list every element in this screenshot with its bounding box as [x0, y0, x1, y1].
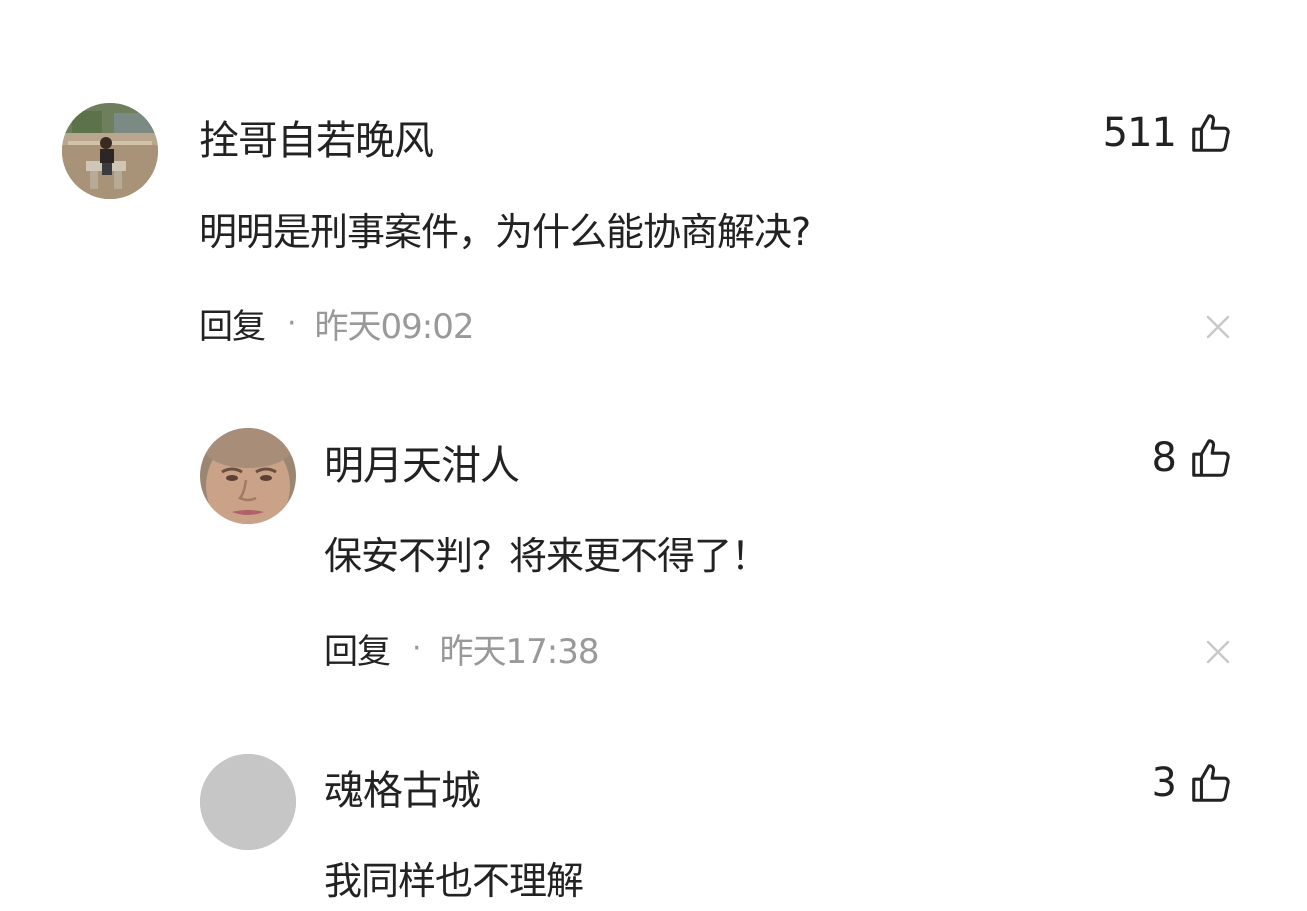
comment-meta: 回复 · 昨天09:02 [199, 299, 475, 348]
reply-button[interactable]: 回复 [324, 624, 391, 673]
comment-text: 我同样也不理解 [324, 859, 584, 903]
username[interactable]: 拴哥自若晚风 [199, 108, 434, 166]
reply-button[interactable]: 回复 [199, 299, 266, 348]
user-avatar[interactable] [200, 428, 296, 524]
user-avatar[interactable] [200, 754, 296, 850]
user-avatar[interactable] [62, 103, 158, 199]
like-button[interactable]: 511 [1103, 110, 1234, 156]
like-button[interactable]: 8 [1152, 435, 1234, 481]
close-button[interactable] [1205, 314, 1231, 340]
comment-meta: 回复 · 昨天17:38 [324, 624, 600, 673]
like-count: 3 [1151, 760, 1177, 806]
thumbs-up-icon [1192, 114, 1230, 152]
meta-separator: · [287, 306, 297, 341]
username[interactable]: 明月天泔人 [324, 433, 520, 491]
like-count: 8 [1151, 435, 1177, 481]
like-button[interactable]: 3 [1152, 760, 1234, 806]
meta-separator: · [412, 631, 422, 666]
close-icon [1206, 640, 1230, 664]
close-button[interactable] [1205, 639, 1231, 665]
username[interactable]: 魂格古城 [324, 758, 481, 816]
thumbs-up-icon [1192, 764, 1230, 802]
comment-time: 昨天09:02 [314, 307, 475, 347]
comment-text: 明明是刑事案件，为什么能协商解决? [199, 210, 811, 254]
comment-time: 昨天17:38 [439, 632, 600, 672]
avatar-photo [62, 103, 158, 199]
default-avatar-icon [200, 754, 296, 850]
avatar-photo [200, 428, 296, 524]
thumbs-up-icon [1192, 439, 1230, 477]
like-count: 511 [1102, 110, 1177, 156]
close-icon [1206, 315, 1230, 339]
comment-section: 拴哥自若晚风 511 明明是刑事案件，为什么能协商解决? 回复 · 昨天09:0… [0, 0, 1307, 911]
comment-text: 保安不判？将来更不得了！ [324, 534, 769, 578]
